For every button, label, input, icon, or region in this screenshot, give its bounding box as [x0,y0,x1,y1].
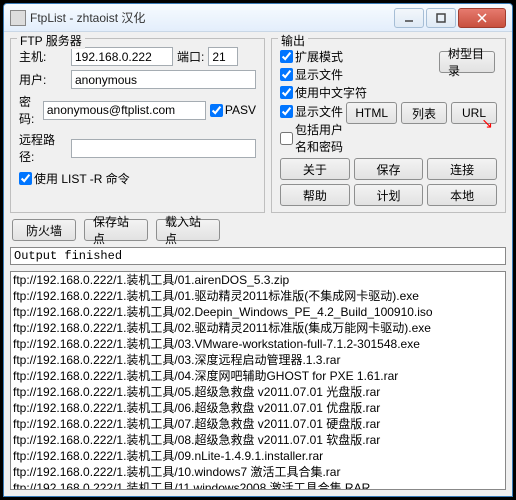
cb-showfile1[interactable]: 显示文件 [280,66,439,83]
firewall-button[interactable]: 防火墙 [12,219,76,241]
tree-button[interactable]: 树型目录 [439,51,495,73]
list-item[interactable]: ftp://192.168.0.222/1.装机工具/02.Deepin_Win… [13,304,503,320]
cb-incuser[interactable]: 包括用户名和密码 [280,121,346,155]
list-item[interactable]: ftp://192.168.0.222/1.装机工具/08.超级急救盘 v201… [13,432,503,448]
user-input[interactable] [71,70,256,89]
ftp-legend: FTP 服务器 [17,32,85,49]
list-item[interactable]: ftp://192.168.0.222/1.装机工具/03.深度远程启动管理器.… [13,352,503,368]
list-item[interactable]: ftp://192.168.0.222/1.装机工具/01.驱动精灵2011标准… [13,288,503,304]
list-item[interactable]: ftp://192.168.0.222/1.装机工具/07.超级急救盘 v201… [13,416,503,432]
cb-cnchars[interactable]: 使用中文字符 [280,84,439,101]
output-legend: 输出 [278,32,308,49]
pass-label: 密码: [19,93,39,127]
listcmd-check[interactable]: 使用 LIST -R 命令 [19,170,130,187]
ftp-server-panel: FTP 服务器 主机: 端口: 用户: 密码: PASV 远程路径: 使 [10,38,265,213]
about-button[interactable]: 关于 [280,158,350,180]
host-label: 主机: [19,48,67,65]
maximize-button[interactable] [426,8,456,28]
output-status: Output finished [10,247,506,265]
host-input[interactable] [71,47,173,66]
close-button[interactable] [458,8,506,28]
cb-extmode[interactable]: 扩展模式 [280,48,439,65]
help-button[interactable]: 帮助 [280,184,350,206]
list-button[interactable]: 列表 [401,102,447,124]
pasv-check[interactable]: PASV [210,103,256,117]
loadsite-button[interactable]: 载入站点 [156,219,220,241]
list-item[interactable]: ftp://192.168.0.222/1.装机工具/05.超级急救盘 v201… [13,384,503,400]
output-panel: 输出 扩展模式 显示文件 使用中文字符 树型目录 显示文件 包括用户名和密码 H… [271,38,506,213]
remote-label: 远程路径: [19,131,67,165]
list-item[interactable]: ftp://192.168.0.222/1.装机工具/03.VMware-wor… [13,336,503,352]
plan-button[interactable]: 计划 [354,184,424,206]
window-title: FtpList - zhtaoist 汉化 [30,9,392,26]
list-item[interactable]: ftp://192.168.0.222/1.装机工具/11.windows200… [13,480,503,489]
list-item[interactable]: ftp://192.168.0.222/1.装机工具/10.windows7 激… [13,464,503,480]
remote-input[interactable] [71,139,256,158]
url-list-wrap: ftp://192.168.0.222/1.装机工具/01.airenDOS_5… [10,271,506,490]
url-list[interactable]: ftp://192.168.0.222/1.装机工具/01.airenDOS_5… [11,272,505,489]
list-item[interactable]: ftp://192.168.0.222/1.装机工具/04.深度网吧辅助GHOS… [13,368,503,384]
html-button[interactable]: HTML [346,102,397,124]
list-item[interactable]: ftp://192.168.0.222/1.装机工具/06.超级急救盘 v201… [13,400,503,416]
list-item[interactable]: ftp://192.168.0.222/1.装机工具/02.驱动精灵2011标准… [13,320,503,336]
app-icon [10,10,26,26]
pass-input[interactable] [43,101,206,120]
savesite-button[interactable]: 保存站点 [84,219,148,241]
minimize-button[interactable] [394,8,424,28]
user-label: 用户: [19,71,67,88]
save-button[interactable]: 保存 [354,158,424,180]
port-label: 端口: [177,48,204,65]
local-button[interactable]: 本地 [427,184,497,206]
cb-showfile2[interactable]: 显示文件 [280,103,346,120]
list-item[interactable]: ftp://192.168.0.222/1.装机工具/09.nLite-1.4.… [13,448,503,464]
list-item[interactable]: ftp://192.168.0.222/1.装机工具/01.airenDOS_5… [13,272,503,288]
url-button[interactable]: URL [451,102,497,124]
connect-button[interactable]: 连接 [427,158,497,180]
titlebar: FtpList - zhtaoist 汉化 [4,4,512,32]
app-window: FtpList - zhtaoist 汉化 FTP 服务器 主机: 端口: 用户… [3,3,513,497]
port-input[interactable] [208,47,238,66]
